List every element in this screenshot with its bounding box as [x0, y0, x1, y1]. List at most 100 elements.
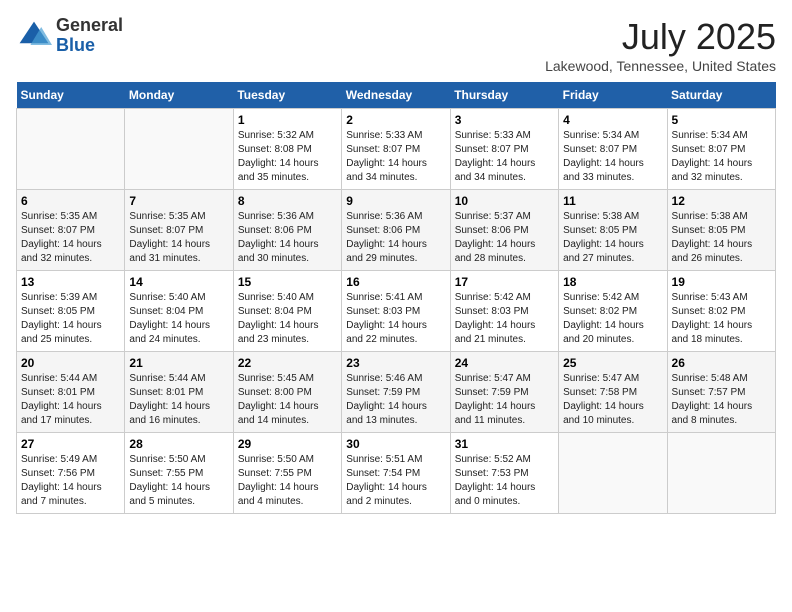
day-info: Sunrise: 5:44 AMSunset: 8:01 PMDaylight:… — [129, 372, 228, 428]
calendar-cell: 28 Sunrise: 5:50 AMSunset: 7:55 PMDaylig… — [125, 433, 233, 514]
day-number: 15 — [238, 275, 337, 289]
day-info: Sunrise: 5:42 AMSunset: 8:03 PMDaylight:… — [455, 291, 554, 347]
day-number: 17 — [455, 275, 554, 289]
day-of-week-header: Friday — [559, 82, 667, 109]
day-info: Sunrise: 5:40 AMSunset: 8:04 PMDaylight:… — [238, 291, 337, 347]
title-block: July 2025 Lakewood, Tennessee, United St… — [545, 16, 776, 74]
calendar-cell — [125, 109, 233, 190]
day-info: Sunrise: 5:38 AMSunset: 8:05 PMDaylight:… — [563, 210, 662, 266]
calendar-cell: 2 Sunrise: 5:33 AMSunset: 8:07 PMDayligh… — [342, 109, 450, 190]
day-info: Sunrise: 5:48 AMSunset: 7:57 PMDaylight:… — [672, 372, 771, 428]
day-number: 21 — [129, 356, 228, 370]
day-number: 3 — [455, 113, 554, 127]
day-number: 23 — [346, 356, 445, 370]
day-number: 14 — [129, 275, 228, 289]
calendar-week-row: 1 Sunrise: 5:32 AMSunset: 8:08 PMDayligh… — [17, 109, 776, 190]
header-row: SundayMondayTuesdayWednesdayThursdayFrid… — [17, 82, 776, 109]
calendar-cell: 19 Sunrise: 5:43 AMSunset: 8:02 PMDaylig… — [667, 271, 775, 352]
day-number: 12 — [672, 194, 771, 208]
day-of-week-header: Sunday — [17, 82, 125, 109]
day-info: Sunrise: 5:34 AMSunset: 8:07 PMDaylight:… — [672, 129, 771, 185]
day-info: Sunrise: 5:52 AMSunset: 7:53 PMDaylight:… — [455, 453, 554, 509]
calendar-cell: 11 Sunrise: 5:38 AMSunset: 8:05 PMDaylig… — [559, 190, 667, 271]
calendar-cell: 8 Sunrise: 5:36 AMSunset: 8:06 PMDayligh… — [233, 190, 341, 271]
day-number: 31 — [455, 437, 554, 451]
calendar-week-row: 13 Sunrise: 5:39 AMSunset: 8:05 PMDaylig… — [17, 271, 776, 352]
calendar-cell — [667, 433, 775, 514]
day-info: Sunrise: 5:44 AMSunset: 8:01 PMDaylight:… — [21, 372, 120, 428]
logo-blue: Blue — [56, 35, 95, 55]
day-number: 10 — [455, 194, 554, 208]
calendar-cell: 20 Sunrise: 5:44 AMSunset: 8:01 PMDaylig… — [17, 352, 125, 433]
day-of-week-header: Wednesday — [342, 82, 450, 109]
calendar-cell — [559, 433, 667, 514]
calendar-cell: 14 Sunrise: 5:40 AMSunset: 8:04 PMDaylig… — [125, 271, 233, 352]
calendar-cell: 18 Sunrise: 5:42 AMSunset: 8:02 PMDaylig… — [559, 271, 667, 352]
page-header: General Blue July 2025 Lakewood, Tenness… — [16, 16, 776, 74]
day-number: 8 — [238, 194, 337, 208]
calendar-week-row: 6 Sunrise: 5:35 AMSunset: 8:07 PMDayligh… — [17, 190, 776, 271]
day-info: Sunrise: 5:33 AMSunset: 8:07 PMDaylight:… — [346, 129, 445, 185]
logo-text: General Blue — [56, 16, 123, 56]
day-info: Sunrise: 5:36 AMSunset: 8:06 PMDaylight:… — [346, 210, 445, 266]
day-info: Sunrise: 5:46 AMSunset: 7:59 PMDaylight:… — [346, 372, 445, 428]
calendar-cell: 16 Sunrise: 5:41 AMSunset: 8:03 PMDaylig… — [342, 271, 450, 352]
calendar-cell: 25 Sunrise: 5:47 AMSunset: 7:58 PMDaylig… — [559, 352, 667, 433]
day-info: Sunrise: 5:35 AMSunset: 8:07 PMDaylight:… — [129, 210, 228, 266]
calendar-cell: 17 Sunrise: 5:42 AMSunset: 8:03 PMDaylig… — [450, 271, 558, 352]
calendar-cell: 27 Sunrise: 5:49 AMSunset: 7:56 PMDaylig… — [17, 433, 125, 514]
day-of-week-header: Thursday — [450, 82, 558, 109]
day-info: Sunrise: 5:50 AMSunset: 7:55 PMDaylight:… — [129, 453, 228, 509]
day-of-week-header: Saturday — [667, 82, 775, 109]
day-number: 7 — [129, 194, 228, 208]
calendar-cell: 24 Sunrise: 5:47 AMSunset: 7:59 PMDaylig… — [450, 352, 558, 433]
day-number: 1 — [238, 113, 337, 127]
day-info: Sunrise: 5:40 AMSunset: 8:04 PMDaylight:… — [129, 291, 228, 347]
day-number: 30 — [346, 437, 445, 451]
day-number: 28 — [129, 437, 228, 451]
month-title: July 2025 — [545, 16, 776, 58]
day-number: 20 — [21, 356, 120, 370]
day-info: Sunrise: 5:45 AMSunset: 8:00 PMDaylight:… — [238, 372, 337, 428]
day-info: Sunrise: 5:36 AMSunset: 8:06 PMDaylight:… — [238, 210, 337, 266]
day-info: Sunrise: 5:47 AMSunset: 7:59 PMDaylight:… — [455, 372, 554, 428]
calendar-cell: 9 Sunrise: 5:36 AMSunset: 8:06 PMDayligh… — [342, 190, 450, 271]
logo: General Blue — [16, 16, 123, 56]
logo-icon — [16, 18, 52, 54]
calendar-cell: 13 Sunrise: 5:39 AMSunset: 8:05 PMDaylig… — [17, 271, 125, 352]
day-info: Sunrise: 5:51 AMSunset: 7:54 PMDaylight:… — [346, 453, 445, 509]
day-info: Sunrise: 5:43 AMSunset: 8:02 PMDaylight:… — [672, 291, 771, 347]
calendar-cell: 29 Sunrise: 5:50 AMSunset: 7:55 PMDaylig… — [233, 433, 341, 514]
day-number: 24 — [455, 356, 554, 370]
calendar-cell: 22 Sunrise: 5:45 AMSunset: 8:00 PMDaylig… — [233, 352, 341, 433]
day-number: 27 — [21, 437, 120, 451]
calendar-cell: 6 Sunrise: 5:35 AMSunset: 8:07 PMDayligh… — [17, 190, 125, 271]
day-info: Sunrise: 5:37 AMSunset: 8:06 PMDaylight:… — [455, 210, 554, 266]
day-info: Sunrise: 5:38 AMSunset: 8:05 PMDaylight:… — [672, 210, 771, 266]
day-number: 6 — [21, 194, 120, 208]
day-of-week-header: Tuesday — [233, 82, 341, 109]
day-info: Sunrise: 5:35 AMSunset: 8:07 PMDaylight:… — [21, 210, 120, 266]
day-number: 5 — [672, 113, 771, 127]
calendar-cell: 12 Sunrise: 5:38 AMSunset: 8:05 PMDaylig… — [667, 190, 775, 271]
calendar-table: SundayMondayTuesdayWednesdayThursdayFrid… — [16, 82, 776, 514]
day-number: 13 — [21, 275, 120, 289]
day-info: Sunrise: 5:33 AMSunset: 8:07 PMDaylight:… — [455, 129, 554, 185]
day-number: 18 — [563, 275, 662, 289]
day-number: 25 — [563, 356, 662, 370]
calendar-cell: 21 Sunrise: 5:44 AMSunset: 8:01 PMDaylig… — [125, 352, 233, 433]
calendar-week-row: 20 Sunrise: 5:44 AMSunset: 8:01 PMDaylig… — [17, 352, 776, 433]
day-number: 26 — [672, 356, 771, 370]
calendar-cell: 7 Sunrise: 5:35 AMSunset: 8:07 PMDayligh… — [125, 190, 233, 271]
location: Lakewood, Tennessee, United States — [545, 58, 776, 74]
calendar-cell: 31 Sunrise: 5:52 AMSunset: 7:53 PMDaylig… — [450, 433, 558, 514]
day-number: 19 — [672, 275, 771, 289]
calendar-cell: 3 Sunrise: 5:33 AMSunset: 8:07 PMDayligh… — [450, 109, 558, 190]
calendar-cell — [17, 109, 125, 190]
day-info: Sunrise: 5:49 AMSunset: 7:56 PMDaylight:… — [21, 453, 120, 509]
calendar-cell: 10 Sunrise: 5:37 AMSunset: 8:06 PMDaylig… — [450, 190, 558, 271]
day-number: 16 — [346, 275, 445, 289]
calendar-week-row: 27 Sunrise: 5:49 AMSunset: 7:56 PMDaylig… — [17, 433, 776, 514]
day-of-week-header: Monday — [125, 82, 233, 109]
calendar-cell: 1 Sunrise: 5:32 AMSunset: 8:08 PMDayligh… — [233, 109, 341, 190]
